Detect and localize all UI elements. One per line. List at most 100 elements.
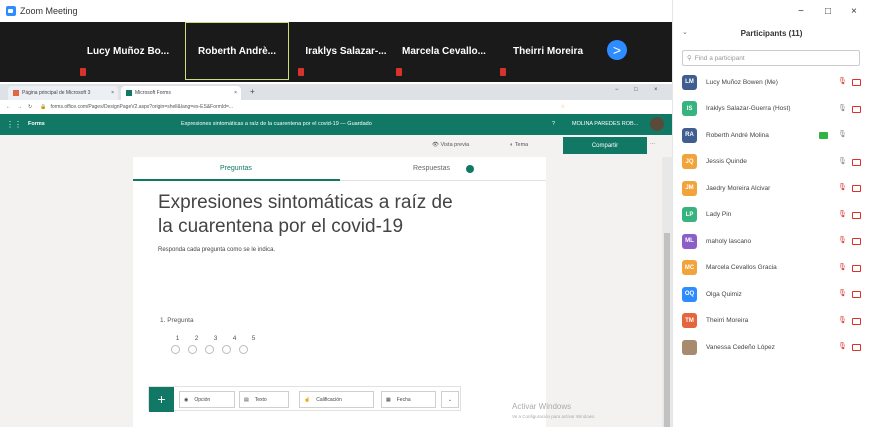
participant-row[interactable]: JQ Jessis Quinde 🎙 <box>682 154 864 170</box>
rating-option[interactable] <box>222 345 231 354</box>
scale-label: 3 <box>213 335 218 342</box>
avatar: JQ <box>682 154 697 169</box>
form-description[interactable]: Responda cada pregunta como se le indica… <box>158 247 275 253</box>
theme-button[interactable]: ◐ Tema <box>510 142 528 148</box>
muted-mic-icon <box>298 68 304 76</box>
rating-option[interactable] <box>239 345 248 354</box>
video-tile-active-speaker[interactable]: Roberth Andrè... <box>185 22 289 80</box>
maximize-button[interactable]: □ <box>634 87 638 93</box>
muted-mic-icon <box>80 68 86 76</box>
mic-icon: 🎙 <box>838 157 847 165</box>
muted-mic-icon: 🎙 <box>838 263 847 271</box>
minimize-button[interactable]: − <box>798 6 804 17</box>
reload-icon[interactable]: ↻ <box>28 104 32 110</box>
participant-row[interactable]: TM Theirri Moreira 🎙 <box>682 313 864 329</box>
user-avatar[interactable] <box>650 117 664 131</box>
video-tile[interactable]: Lucy Muñoz Bo... <box>76 22 180 80</box>
close-tab-icon[interactable]: × <box>234 90 237 96</box>
form-title[interactable]: Expresiones sintomáticas a raíz de la cu… <box>158 191 458 239</box>
watermark-title: Activar Windows <box>512 402 572 411</box>
participant-name: Lady Pin <box>706 211 732 218</box>
participant-name: Jaedry Moreira Alcivar <box>706 184 771 192</box>
rating-option[interactable] <box>205 345 214 354</box>
tab-questions[interactable]: Preguntas <box>220 165 252 172</box>
browser-tab[interactable]: Página principal de Microsoft 3 × <box>8 86 118 100</box>
rating-option[interactable] <box>171 345 180 354</box>
avatar: LP <box>682 207 697 222</box>
browser-tab-label: Microsoft Forms <box>135 90 171 96</box>
page-scrollbar[interactable] <box>662 157 672 427</box>
user-name[interactable]: MOLINA PAREDES ROB... <box>572 121 638 127</box>
star-icon[interactable]: ☆ <box>560 104 564 110</box>
participant-row[interactable]: LM Lucy Muñoz Bowen (Me) 🎙 <box>682 74 864 90</box>
add-question-button[interactable]: + <box>149 387 174 412</box>
share-button[interactable]: Compartir <box>563 137 647 154</box>
muted-mic-icon <box>500 68 506 76</box>
question-title[interactable]: 1. Pregunta <box>160 317 194 324</box>
app-launcher-icon[interactable]: ⋮⋮ <box>6 120 22 129</box>
forward-icon[interactable]: → <box>17 104 22 110</box>
participant-name: Vanessa Cedeño López <box>706 343 775 351</box>
close-tab-icon[interactable]: × <box>111 90 114 96</box>
participant-row[interactable]: MC Marcela Cevallos Gracia 🎙 <box>682 260 864 276</box>
participant-row[interactable]: IS Iraklys Salazar-Guerra (Host) 🎙 <box>682 101 864 117</box>
rating-scale-options <box>171 345 248 354</box>
participant-row[interactable]: OQ Olga Quimiz 🎙 <box>682 286 864 302</box>
video-tile-name: Lucy Muñoz Bo... <box>86 45 170 57</box>
video-tile-name: Iraklys Salazar-... <box>305 45 387 57</box>
new-tab-button[interactable]: + <box>250 87 255 96</box>
video-on-icon <box>819 132 828 139</box>
close-window-button[interactable]: × <box>851 6 857 17</box>
form-title-status: Expresiones sintomáticas a raíz de la cu… <box>181 121 372 127</box>
forms-app-name[interactable]: Forms <box>28 121 45 127</box>
participant-row[interactable]: LP Lady Pin 🎙 <box>682 207 864 223</box>
date-button[interactable]: ▦ Fecha <box>381 391 436 408</box>
scale-label: 2 <box>194 335 199 342</box>
rating-button[interactable]: ☝ Calificación <box>299 391 374 408</box>
video-tile[interactable]: Iraklys Salazar-... <box>294 22 398 80</box>
more-options-button[interactable]: ··· <box>650 141 656 147</box>
search-icon: ⚲ <box>687 55 692 62</box>
close-window-button[interactable]: × <box>654 87 658 93</box>
url-field[interactable]: forms.office.com/Pages/DesignPageV2.aspx… <box>50 104 490 110</box>
avatar <box>682 339 697 355</box>
browser-tab-bar: Página principal de Microsoft 3 × Micros… <box>0 84 672 100</box>
video-off-icon <box>852 185 861 192</box>
participant-name: Theirri Moreira <box>706 317 749 324</box>
scale-label: 5 <box>251 335 256 342</box>
rating-option[interactable] <box>188 345 197 354</box>
active-tab-indicator <box>133 179 340 181</box>
participant-row[interactable]: RA Roberth André Molina 🎙 <box>682 127 864 143</box>
help-icon[interactable]: ? <box>552 121 555 127</box>
video-tile[interactable]: Theirri Moreira <box>496 22 600 80</box>
text-button[interactable]: ▤ Texto <box>239 391 289 408</box>
back-icon[interactable]: ← <box>6 104 11 110</box>
video-off-icon <box>852 211 861 219</box>
browser-tab-active[interactable]: Microsoft Forms × <box>121 86 241 100</box>
video-off-icon <box>852 291 861 298</box>
tab-responses[interactable]: Respuestas <box>413 165 450 172</box>
forms-icon <box>126 90 132 96</box>
maximize-button[interactable]: □ <box>825 6 831 17</box>
responses-badge <box>466 165 474 173</box>
participant-row[interactable]: JM Jaedry Moreira Alcivar 🎙 <box>682 180 864 196</box>
participants-panel: − □ × ⌄ Participants (11) ⚲ Find a parti… <box>672 0 869 427</box>
participant-name: maholy lascano <box>706 237 752 245</box>
participant-row[interactable]: ML maholy lascano 🎙 <box>682 233 864 249</box>
choice-label: Opción <box>194 396 211 403</box>
next-videos-button[interactable]: > <box>607 40 627 60</box>
minimize-button[interactable]: − <box>615 87 619 93</box>
scrollbar-thumb[interactable] <box>664 233 670 427</box>
forms-toolbar: 👁 Vista previa ◐ Tema Compartir ··· <box>0 135 672 157</box>
muted-mic-icon: 🎙 <box>838 184 847 191</box>
video-tile[interactable]: Marcela Cevallo... <box>392 22 496 80</box>
video-off-icon <box>852 264 861 272</box>
choice-button[interactable]: ◉ Opción <box>179 391 235 408</box>
window-title: Zoom Meeting <box>20 6 78 16</box>
avatar: JM <box>682 180 697 196</box>
participant-row[interactable]: Vanessa Cedeño López 🎙 <box>682 339 864 355</box>
chevron-down-icon: ⌄ <box>447 396 453 403</box>
more-question-types-button[interactable]: ⌄ <box>441 391 459 408</box>
find-participant-input[interactable]: ⚲ Find a participant <box>682 50 860 66</box>
preview-button[interactable]: 👁 Vista previa <box>432 142 469 148</box>
